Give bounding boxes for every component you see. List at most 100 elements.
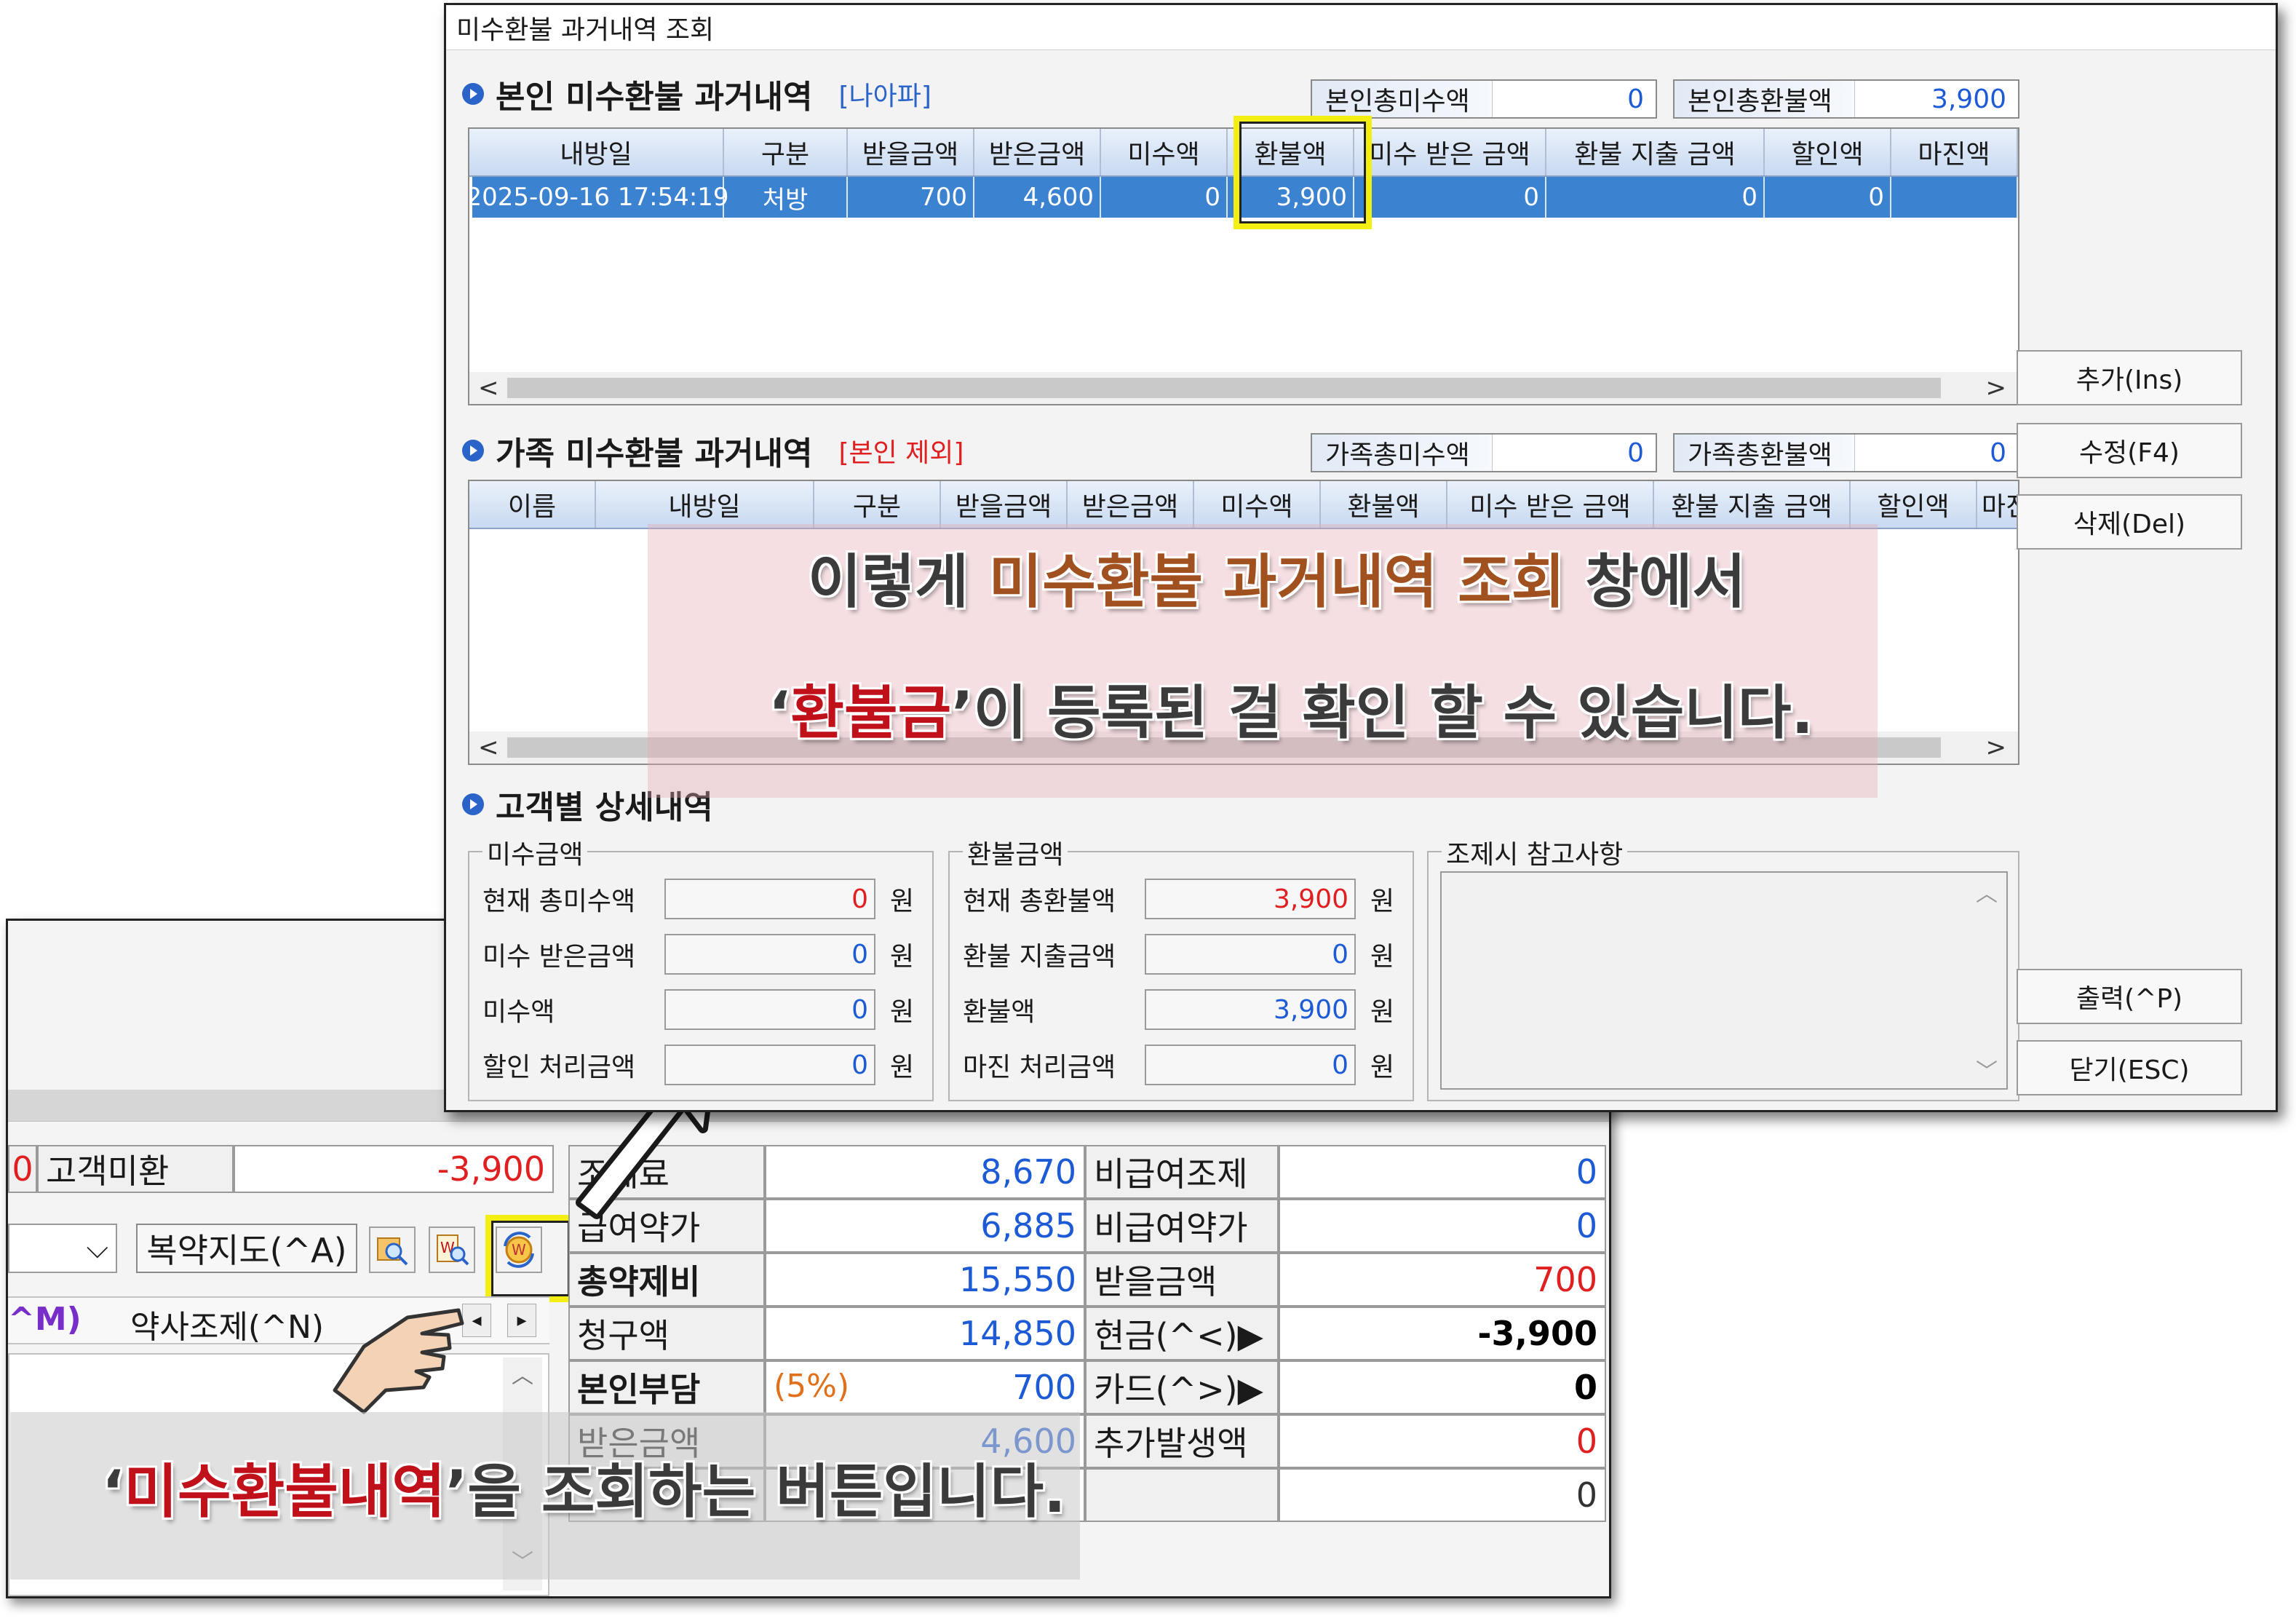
column-header[interactable]: 환불액 xyxy=(1321,481,1447,528)
detail-row: 현재 총환불액 3,900 원 xyxy=(963,879,1394,919)
detail-label: 미수액 xyxy=(482,997,555,1027)
column-header[interactable]: 미수 받은 금액 xyxy=(1447,481,1654,528)
detail-value: 0 xyxy=(664,1045,875,1085)
own-grid-hscroll[interactable]: < > xyxy=(469,372,2018,404)
detail-value: 3,900 xyxy=(1145,989,1356,1030)
unpaid-prefix: 0 xyxy=(8,1145,37,1193)
column-header[interactable]: 마진액 xyxy=(1891,129,2018,175)
detail-value: 0 xyxy=(664,879,875,919)
tab-m-label[interactable]: ^M) xyxy=(8,1301,82,1341)
column-header[interactable]: 구분 xyxy=(814,481,941,528)
detail-row: 환불 지출금액 0 원 xyxy=(963,934,1394,975)
tab-scroll-left-icon[interactable]: ◂ xyxy=(462,1304,491,1337)
detail-row: 환불액 3,900 원 xyxy=(963,989,1394,1030)
add-button[interactable]: 추가(Ins) xyxy=(2017,350,2242,405)
edit-button[interactable]: 수정(F4) xyxy=(2017,423,2242,478)
detail-unit: 원 xyxy=(1370,1053,1395,1082)
family-grid-header: 이름 내방일 구분 받을금액 받은금액 미수액 환불액 미수 받은 금액 환불 지출 금액 할인액… xyxy=(469,481,2018,529)
scroll-right-icon[interactable]: > xyxy=(1986,733,2007,762)
bottom-callout-text: ‘미수환불내역’을 조회하는 버튼입니다. xyxy=(102,1458,1066,1526)
scroll-left-icon[interactable]: < xyxy=(478,373,499,403)
family-section-header: 가족 미수환불 과거내역 [본인 제외] xyxy=(462,427,964,474)
tab-pharmacist[interactable]: 약사조제(^N) xyxy=(130,1301,324,1346)
column-header[interactable]: 구분 xyxy=(724,129,848,175)
detail-value: 3,900 xyxy=(1145,879,1356,919)
column-header[interactable]: 할인액 xyxy=(1765,129,1891,175)
detail-row: 미수액 0 원 xyxy=(482,989,914,1030)
search-history-icon[interactable] xyxy=(369,1226,416,1273)
table-cell: 처방 xyxy=(724,177,848,218)
column-header[interactable]: 환불 지출 금액 xyxy=(1654,481,1851,528)
price-label: 비급여조제 xyxy=(1085,1145,1279,1199)
detail-label: 현재 총환불액 xyxy=(963,887,1116,916)
detail-label: 마진 처리금액 xyxy=(963,1053,1116,1082)
table-cell: 700 xyxy=(848,177,974,218)
refund-history-highlight xyxy=(485,1215,576,1302)
column-header[interactable]: 내방일 xyxy=(596,481,814,528)
column-header[interactable]: 환불 지출 금액 xyxy=(1546,129,1765,175)
price-label xyxy=(1085,1468,1279,1522)
detail-row: 현재 총미수액 0 원 xyxy=(482,879,914,919)
price-label: 청구액 xyxy=(568,1307,765,1360)
column-header[interactable]: 마진 xyxy=(1977,481,2018,528)
price-value: 14,850 xyxy=(765,1307,1085,1360)
price-value: 0 xyxy=(1279,1414,1606,1468)
column-header[interactable]: 미수 받은 금액 xyxy=(1354,129,1546,175)
price-value: 15,550 xyxy=(765,1253,1085,1307)
dropdown-select[interactable]: ⌵ xyxy=(8,1224,117,1273)
scroll-thumb[interactable] xyxy=(507,378,1941,398)
column-header[interactable]: 받을금액 xyxy=(941,481,1068,528)
detail-unit: 원 xyxy=(890,1053,915,1082)
price-value: 8,670 xyxy=(765,1145,1085,1199)
price-label: 받을금액 xyxy=(1085,1253,1279,1307)
detail-value: 0 xyxy=(664,934,875,975)
detail-label: 현재 총미수액 xyxy=(482,887,636,916)
column-header[interactable]: 내방일 xyxy=(469,129,724,175)
print-button[interactable]: 출력(^P) xyxy=(2017,969,2242,1024)
table-cell: 0 xyxy=(1354,177,1546,218)
close-button[interactable]: 닫기(ESC) xyxy=(2017,1040,2242,1095)
price-label: 추가발생액 xyxy=(1085,1414,1279,1468)
column-header[interactable]: 이름 xyxy=(469,481,596,528)
column-header[interactable]: 미수액 xyxy=(1194,481,1321,528)
scroll-down-icon[interactable]: ﹀ xyxy=(1976,1053,1998,1085)
own-total-refund: 본인총환불액 3,900 xyxy=(1673,79,2019,119)
detail-value: 0 xyxy=(1145,1045,1356,1085)
refund-group: 환불금액 현재 총환불액 3,900 원 환불 지출금액 0 원 환불액 3,900 원 마진 처… xyxy=(948,833,1414,1101)
detail-row: 마진 처리금액 0 원 xyxy=(963,1045,1394,1085)
detail-unit: 원 xyxy=(890,887,915,916)
detail-label: 환불액 xyxy=(963,997,1036,1027)
column-header[interactable]: 받은금액 xyxy=(1068,481,1194,528)
unpaid-group-title: 미수금액 xyxy=(482,833,588,871)
pharmacist-guide-button[interactable]: 복약지도(^A) xyxy=(136,1224,357,1273)
detail-unit: 원 xyxy=(1370,942,1395,972)
column-header[interactable]: 미수액 xyxy=(1101,129,1228,175)
detail-unit: 원 xyxy=(890,997,915,1027)
delete-button[interactable]: 삭제(Del) xyxy=(2017,494,2242,550)
own-section-title: 본인 미수환불 과거내역 xyxy=(496,79,813,116)
payment-method-button[interactable]: 현금(^<)▶ xyxy=(1085,1307,1279,1360)
section-bullet-icon xyxy=(462,83,484,105)
won-search-icon[interactable]: W xyxy=(429,1226,475,1273)
payment-method-button[interactable]: 카드(^>)▶ xyxy=(1085,1360,1279,1414)
customer-unpaid-value: -3,900 xyxy=(234,1145,554,1193)
scroll-up-icon[interactable]: ︿ xyxy=(1976,876,1998,908)
scroll-left-icon[interactable]: < xyxy=(478,733,499,762)
pointing-hand-icon xyxy=(320,1288,466,1419)
memo-group-title: 조제시 참고사항 xyxy=(1442,833,1628,871)
own-section-tag: [나아파] xyxy=(838,82,931,111)
price-value: 6,885 xyxy=(765,1199,1085,1253)
customer-unpaid-label: 고객미환 xyxy=(37,1145,234,1193)
memo-textarea[interactable]: ︿ ﹀ xyxy=(1440,871,2008,1090)
column-header[interactable]: 할인액 xyxy=(1851,481,1977,528)
column-header[interactable]: 받은금액 xyxy=(974,129,1101,175)
top-callout-line1: 이렇게 미수환불 과거내역 조회 창에서 xyxy=(808,548,1747,616)
dialog-title: 미수환불 과거내역 조회 xyxy=(446,5,2276,50)
tab-scroll-right-icon[interactable]: ▸ xyxy=(507,1304,536,1337)
top-callout-line2: ‘환불금’이 등록된 걸 확인 할 수 있습니다. xyxy=(768,679,1814,747)
family-section-title: 가족 미수환불 과거내역 xyxy=(496,435,813,472)
scroll-right-icon[interactable]: > xyxy=(1986,373,2007,403)
column-header[interactable]: 받을금액 xyxy=(848,129,974,175)
table-cell: 0 xyxy=(1101,177,1228,218)
refund-group-title: 환불금액 xyxy=(963,833,1068,871)
